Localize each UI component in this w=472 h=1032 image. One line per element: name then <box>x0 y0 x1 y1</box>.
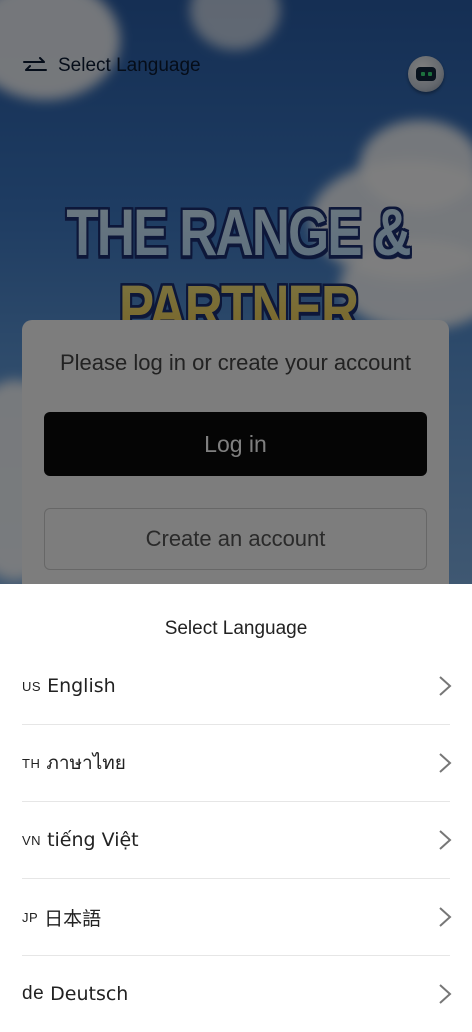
language-name: Deutsch <box>50 983 129 1005</box>
language-item-vietnamese[interactable]: VN tiếng Việt <box>22 802 452 879</box>
language-name: 日本語 <box>44 907 102 930</box>
language-item-english[interactable]: US English <box>22 648 452 725</box>
chevron-right-icon <box>439 907 452 927</box>
language-list: US English TH ภาษาไทย VN tiếng Việt JP 日… <box>0 648 472 1032</box>
chevron-right-icon <box>439 676 452 696</box>
language-item-thai[interactable]: TH ภาษาไทย <box>22 725 452 802</box>
language-code: VN <box>22 832 42 848</box>
chevron-right-icon <box>439 830 452 850</box>
language-code: de <box>22 983 45 1004</box>
language-code: US <box>22 678 42 694</box>
language-name: tiếng Việt <box>47 829 139 851</box>
language-item-japanese[interactable]: JP 日本語 <box>22 879 452 956</box>
language-code: JP <box>22 909 39 925</box>
language-name: English <box>47 675 116 697</box>
language-item-german[interactable]: de Deutsch <box>22 956 452 1032</box>
language-code: TH <box>22 755 41 771</box>
modal-overlay[interactable] <box>0 0 472 584</box>
sheet-title: Select Language <box>164 618 308 639</box>
language-name: ภาษาไทย <box>46 752 126 774</box>
chevron-right-icon <box>439 753 452 773</box>
chevron-right-icon <box>439 984 452 1004</box>
language-bottom-sheet: Select Language US English TH ภาษาไทย VN… <box>0 584 472 1024</box>
login-screen: Select Language THE RANGE & PARTNER Plea… <box>0 0 472 584</box>
